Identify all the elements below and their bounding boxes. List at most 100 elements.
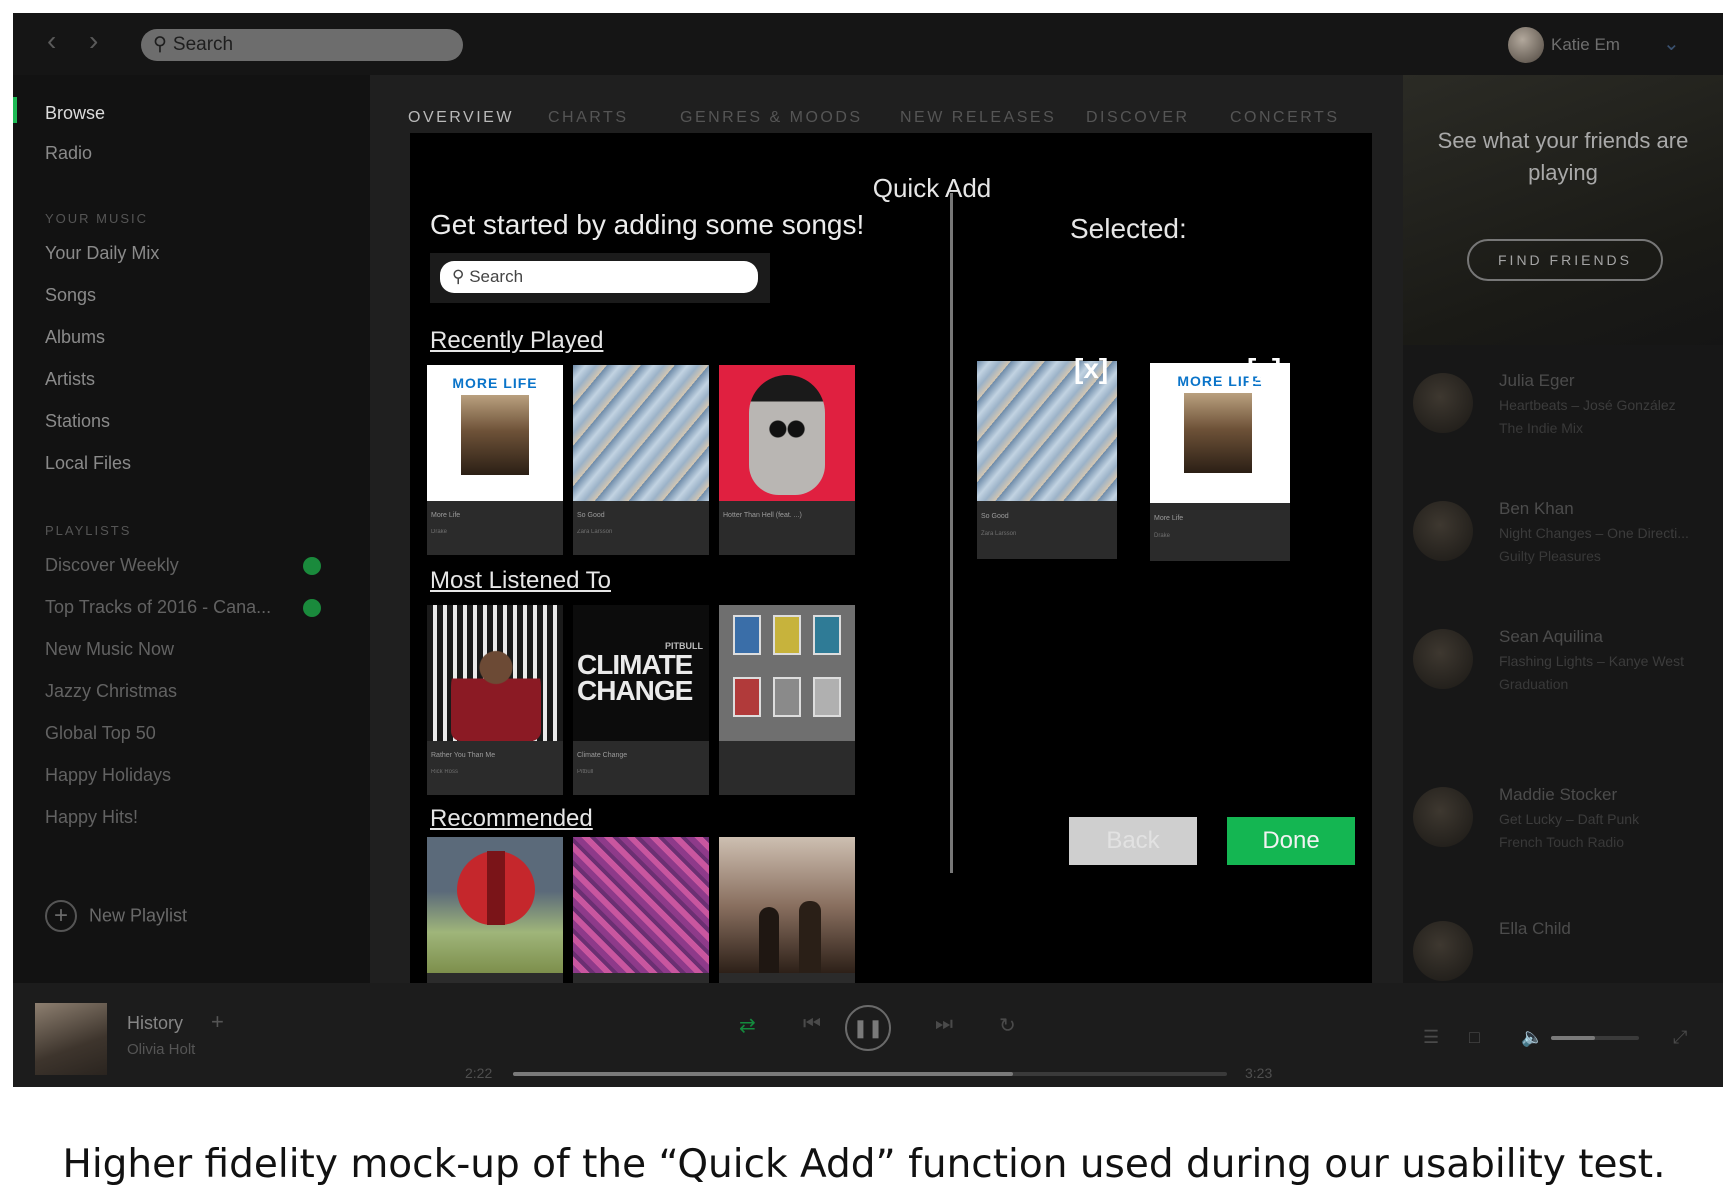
- sidebar-item-browse[interactable]: Browse: [45, 103, 105, 124]
- friend-context: Graduation: [1499, 676, 1569, 692]
- window-shape: [773, 677, 801, 717]
- playlist-item[interactable]: Happy Holidays: [45, 765, 171, 786]
- new-playlist-button[interactable]: + New Playlist: [45, 900, 187, 932]
- album-card[interactable]: So Good Zara Larsson: [573, 365, 709, 555]
- sidebar-item-albums[interactable]: Albums: [45, 327, 105, 348]
- album-title: More Life: [431, 512, 461, 519]
- done-button[interactable]: Done: [1227, 817, 1355, 865]
- queue-icon[interactable]: ☰: [1423, 1027, 1439, 1048]
- album-card[interactable]: Rather You Than Me Rick Ross: [427, 605, 563, 795]
- album-artist: Rick Ross: [431, 769, 459, 775]
- playlist-item[interactable]: Global Top 50: [45, 723, 156, 744]
- album-art: [719, 365, 855, 501]
- back-button[interactable]: Back: [1069, 817, 1197, 865]
- chevron-left-icon[interactable]: ‹: [47, 27, 56, 55]
- remove-selection-button[interactable]: [x]: [1074, 353, 1108, 385]
- tab-charts[interactable]: CHARTS: [548, 109, 629, 127]
- album-art-person: [759, 907, 779, 973]
- sidebar-item-local-files[interactable]: Local Files: [45, 453, 131, 474]
- album-card[interactable]: [427, 837, 563, 983]
- volume-icon[interactable]: 🔈: [1521, 1027, 1543, 1048]
- sidebar-item-stations[interactable]: Stations: [45, 411, 110, 432]
- album-card[interactable]: [573, 837, 709, 983]
- remove-selection-button[interactable]: [x]: [1247, 353, 1281, 385]
- playlist-item[interactable]: Happy Hits!: [45, 807, 138, 828]
- album-card[interactable]: PITBULL CLIMATE CHANGE Climate Change Pi…: [573, 605, 709, 795]
- chevron-down-icon[interactable]: ⌄: [1663, 31, 1680, 56]
- tab-discover[interactable]: DISCOVER: [1086, 109, 1190, 127]
- selected-album-card[interactable]: MORE LIFE More Life Drake: [1150, 363, 1290, 561]
- selected-album-card[interactable]: So Good Zara Larsson: [977, 361, 1117, 559]
- progress-bar[interactable]: [513, 1072, 1227, 1076]
- album-art: [573, 837, 709, 973]
- next-icon[interactable]: ⏭: [935, 1013, 953, 1036]
- search-input[interactable]: ⚲ Search: [141, 29, 463, 61]
- album-artist: Zara Larsson: [577, 529, 613, 535]
- time-elapsed: 2:22: [465, 1065, 493, 1081]
- window-shape: [813, 677, 841, 717]
- album-art: [427, 837, 563, 973]
- chevron-right-icon[interactable]: ›: [89, 27, 98, 55]
- album-card[interactable]: [719, 605, 855, 795]
- devices-icon[interactable]: □: [1469, 1027, 1480, 1048]
- tab-overview[interactable]: OVERVIEW: [408, 109, 514, 127]
- repeat-icon[interactable]: ↻: [999, 1013, 1016, 1038]
- album-art: [573, 365, 709, 501]
- top-bar: ‹ › ⚲ Search Katie Em ⌄: [13, 13, 1723, 75]
- window-shape: [773, 615, 801, 655]
- album-art-line2: CHANGE: [577, 675, 693, 706]
- user-name[interactable]: Katie Em: [1551, 35, 1620, 55]
- friend-item[interactable]: Maddie Stocker Get Lucky – Daft Punk Fre…: [1403, 779, 1723, 879]
- album-art-photo: [461, 395, 529, 475]
- playlist-item[interactable]: Jazzy Christmas: [45, 681, 177, 702]
- friend-track: Heartbeats – José González: [1499, 397, 1676, 413]
- friend-item[interactable]: Julia Eger Heartbeats – José González Th…: [1403, 365, 1723, 465]
- modal-search-input[interactable]: ⚲ Search: [440, 261, 758, 293]
- album-card[interactable]: [719, 837, 855, 983]
- sidebar-item-songs[interactable]: Songs: [45, 285, 96, 306]
- album-title: Climate Change: [577, 752, 628, 759]
- friend-name: Maddie Stocker: [1499, 785, 1618, 804]
- your-music-heading: YOUR MUSIC: [45, 211, 149, 226]
- now-playing-cover[interactable]: [35, 1003, 107, 1075]
- playlist-item[interactable]: Top Tracks of 2016 - Cana...: [45, 597, 271, 618]
- new-playlist-label: New Playlist: [89, 905, 188, 926]
- tab-concerts[interactable]: CONCERTS: [1230, 109, 1340, 127]
- friend-item[interactable]: Sean Aquilina Flashing Lights – Kanye We…: [1403, 621, 1723, 721]
- pause-button[interactable]: ❚❚: [845, 1005, 891, 1051]
- album-title: So Good: [981, 513, 1009, 520]
- sidebar-item-radio[interactable]: Radio: [45, 143, 92, 164]
- now-playing-artist[interactable]: Olivia Holt: [127, 1041, 195, 1058]
- album-art-face: [749, 375, 825, 495]
- plus-icon[interactable]: +: [211, 1009, 224, 1035]
- avatar: [1413, 921, 1473, 981]
- player-bar: History + Olivia Holt ⇄ ⏮ ❚❚ ⏭ ↻ 2:22 3:…: [13, 983, 1723, 1087]
- playlist-item[interactable]: Discover Weekly: [45, 555, 179, 576]
- album-card[interactable]: MORE LIFE More Life Drake: [427, 365, 563, 555]
- friend-item[interactable]: Ben Khan Night Changes – One Directi... …: [1403, 493, 1723, 593]
- album-art: PITBULL CLIMATE CHANGE: [573, 605, 709, 741]
- figure-caption: Higher fidelity mock-up of the “Quick Ad…: [62, 1142, 1666, 1187]
- sidebar-item-daily-mix[interactable]: Your Daily Mix: [45, 243, 159, 264]
- album-card[interactable]: Hotter Than Hell (feat. ...): [719, 365, 855, 555]
- volume-fill: [1551, 1036, 1595, 1040]
- album-art: [719, 837, 855, 973]
- shuffle-icon[interactable]: ⇄: [739, 1013, 756, 1038]
- avatar[interactable]: [1508, 27, 1544, 63]
- previous-icon[interactable]: ⏮: [803, 1013, 821, 1036]
- download-icon: [303, 599, 321, 617]
- avatar: [1413, 373, 1473, 433]
- album-art: MORE LIFE: [427, 365, 563, 501]
- tab-genres-moods[interactable]: GENRES & MOODS: [680, 109, 863, 127]
- volume-slider[interactable]: [1551, 1036, 1639, 1040]
- fullscreen-icon[interactable]: ⤢: [1673, 1027, 1687, 1048]
- quick-add-modal: Quick Add Get started by adding some son…: [410, 133, 1372, 983]
- friend-track: Get Lucky – Daft Punk: [1499, 811, 1640, 827]
- sidebar-item-artists[interactable]: Artists: [45, 369, 95, 390]
- tab-new-releases[interactable]: NEW RELEASES: [900, 109, 1056, 127]
- find-friends-button[interactable]: FIND FRIENDS: [1467, 239, 1663, 281]
- friend-name: Ella Child: [1499, 919, 1571, 938]
- playlist-item[interactable]: New Music Now: [45, 639, 174, 660]
- album-title: Rather You Than Me: [431, 752, 496, 759]
- now-playing-title[interactable]: History: [127, 1013, 183, 1034]
